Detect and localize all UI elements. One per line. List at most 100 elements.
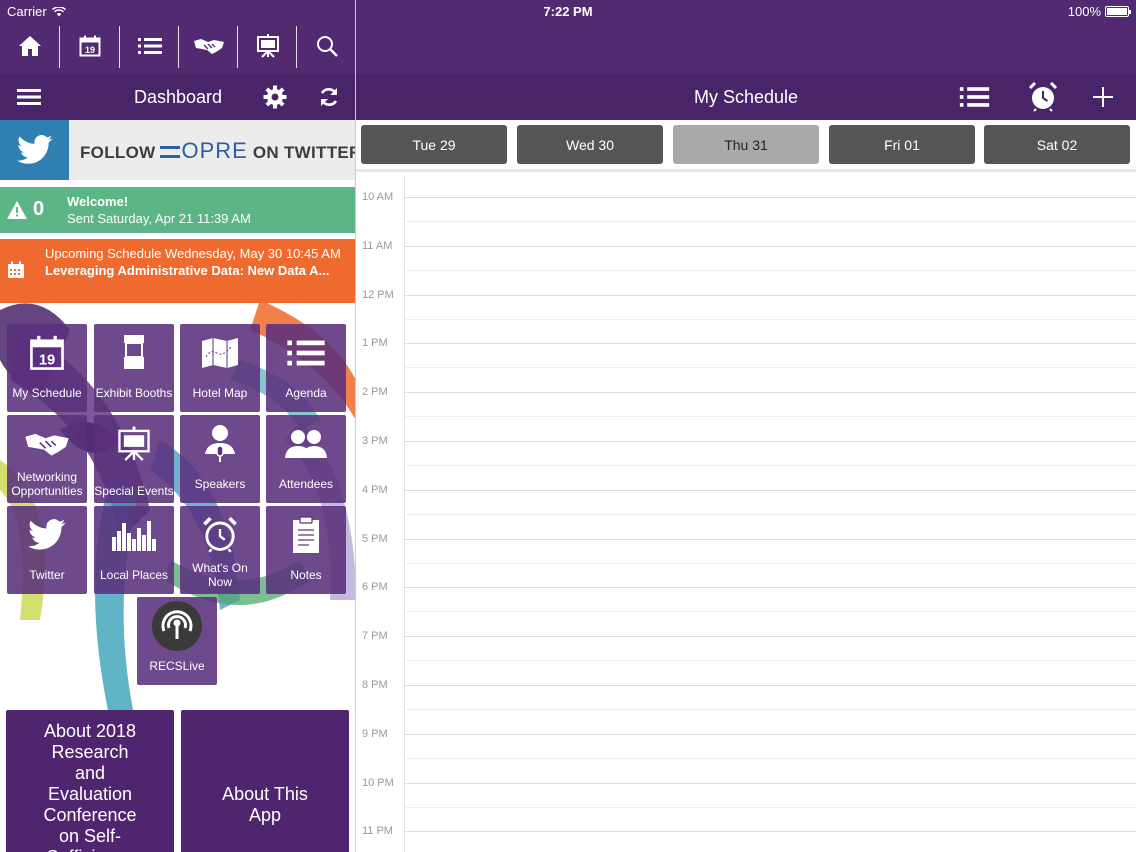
- follow-twitter-banner[interactable]: FOLLOW OPRE ON TWITTER: [0, 120, 356, 180]
- opre-logo: OPRE: [160, 138, 247, 163]
- timeline-hour-row[interactable]: 11 AM: [356, 224, 1136, 273]
- upcoming-schedule-notice[interactable]: Upcoming Schedule Wednesday, May 30 10:4…: [0, 239, 355, 303]
- timeline-hour-row[interactable]: 11 PM: [356, 809, 1136, 852]
- hour-gridline: [404, 441, 1136, 442]
- nav-events-button[interactable]: [238, 24, 297, 68]
- timeline-hour-row[interactable]: 4 PM: [356, 468, 1136, 517]
- timeline-hour-row[interactable]: 9 PM: [356, 712, 1136, 761]
- hour-gridline: [404, 343, 1136, 345]
- tab-day-wed-30[interactable]: Wed 30: [517, 125, 663, 164]
- about-conference-card[interactable]: About 2018 Research and Evaluation Confe…: [6, 710, 174, 852]
- half-hour-gridline: [404, 757, 1136, 759]
- svg-text:19: 19: [39, 352, 55, 368]
- dashboard-header: Dashboard: [0, 74, 355, 120]
- tile-attendees[interactable]: Attendees: [266, 415, 346, 503]
- speaker-icon: [205, 425, 235, 462]
- timeline-hour-row[interactable]: 1 PM: [356, 321, 1136, 370]
- banner-suffix: ON TWITTER: [252, 143, 356, 162]
- nav-calendar-button[interactable]: 19: [60, 24, 119, 68]
- settings-button[interactable]: [262, 84, 288, 110]
- hour-label: 9 PM: [362, 727, 388, 740]
- hour-gridline: [404, 294, 1136, 296]
- add-event-button[interactable]: [1092, 82, 1114, 112]
- presentation-board-icon: [256, 34, 279, 58]
- hour-gridline: [404, 782, 1136, 784]
- hour-label: 12 PM: [362, 288, 394, 301]
- tile-recslive[interactable]: RECSLive: [137, 597, 217, 685]
- tile-label: Special Events: [94, 484, 174, 498]
- hour-gridline: [404, 197, 1136, 198]
- tile-whats-on-now[interactable]: What's On Now: [180, 506, 260, 594]
- tile-local-places[interactable]: Local Places: [94, 506, 174, 594]
- tile-exhibit-booths[interactable]: Exhibit Booths: [94, 324, 174, 412]
- hour-label: 11 AM: [362, 239, 393, 252]
- tile-label: Speakers: [194, 477, 246, 491]
- nav-home-button[interactable]: [0, 24, 59, 68]
- alert-counter: 0: [7, 198, 44, 221]
- timeline-hour-row[interactable]: 12 PM: [356, 273, 1136, 322]
- hour-gridline: [404, 245, 1136, 247]
- status-bar: Carrier 7:22 PM 100%: [0, 0, 1136, 22]
- upcoming-date: Upcoming Schedule Wednesday, May 30 10:4…: [45, 246, 341, 261]
- hour-label: 8 PM: [362, 679, 388, 691]
- tile-my-schedule[interactable]: 19 My Schedule: [7, 324, 87, 412]
- half-hour-gridline: [404, 416, 1136, 418]
- timeline-hour-row[interactable]: 5 PM: [356, 517, 1136, 566]
- svg-text:19: 19: [84, 45, 94, 55]
- hour-label: 11 PM: [362, 825, 393, 838]
- refresh-icon: [320, 88, 338, 106]
- banner-prefix: FOLLOW: [80, 143, 156, 162]
- tab-day-thu-31[interactable]: Thu 31: [673, 125, 819, 164]
- timeline-hour-row[interactable]: 2 PM: [356, 370, 1136, 419]
- half-hour-gridline: [404, 318, 1136, 320]
- hour-gridline: [404, 685, 1136, 686]
- list-view-button[interactable]: [958, 82, 990, 112]
- timeline-hour-row[interactable]: 8 PM: [356, 663, 1136, 712]
- timeline-hour-row[interactable]: 10 AM: [356, 175, 1136, 224]
- half-hour-gridline: [404, 709, 1136, 710]
- schedule-title: My Schedule: [693, 87, 799, 107]
- refresh-button[interactable]: [316, 84, 342, 110]
- hour-label: 4 PM: [362, 483, 388, 496]
- half-hour-gridline: [404, 562, 1136, 564]
- tile-special-events[interactable]: Special Events: [94, 415, 174, 503]
- home-icon: [18, 36, 41, 56]
- calendar-icon: 19: [30, 335, 64, 370]
- tile-hotel-map[interactable]: Hotel Map: [180, 324, 260, 412]
- twitter-banner-text: FOLLOW OPRE ON TWITTER: [80, 138, 356, 164]
- plus-icon: [1093, 87, 1113, 107]
- nav-list-button[interactable]: [120, 24, 179, 68]
- schedule-header: My Schedule: [356, 74, 1136, 120]
- nav-search-button[interactable]: [297, 24, 355, 68]
- map-icon: [202, 338, 238, 368]
- battery-label: 100%: [1067, 4, 1101, 19]
- tile-notes[interactable]: Notes: [266, 506, 346, 594]
- tab-day-sat-02[interactable]: Sat 02: [984, 125, 1130, 164]
- tile-label: Notes: [290, 568, 322, 582]
- tile-agenda[interactable]: Agenda: [266, 324, 346, 412]
- hour-gridline: [404, 587, 1136, 589]
- list-icon: [137, 38, 162, 54]
- search-icon: [316, 36, 338, 57]
- timeline-hour-row[interactable]: 3 PM: [356, 419, 1136, 468]
- list-icon: [959, 87, 989, 107]
- tile-speakers[interactable]: Speakers: [180, 415, 260, 503]
- welcome-notification[interactable]: 0 Welcome! Sent Saturday, Apr 21 11:39 A…: [0, 187, 355, 233]
- day-timeline[interactable]: 10 AM 11 AM 12 PM 1 PM 2 PM 3 PM 4 PM 5 PM 6 PM 7…: [356, 175, 1136, 852]
- whats-on-now-button[interactable]: [1027, 82, 1059, 112]
- tab-day-tue-29[interactable]: Tue 29: [361, 125, 507, 164]
- timeline-hour-row[interactable]: 10 PM: [356, 761, 1136, 810]
- about-conference-label: About 2018 Research and Evaluation Confe…: [43, 721, 137, 852]
- hour-label: 3 PM: [362, 435, 388, 447]
- about-app-card[interactable]: About This App: [181, 710, 349, 852]
- timeline-hour-row[interactable]: 6 PM: [356, 565, 1136, 614]
- nav-networking-button[interactable]: [179, 24, 238, 68]
- tile-twitter[interactable]: Twitter: [7, 506, 87, 594]
- tile-networking[interactable]: Networking Opportunities: [7, 415, 87, 503]
- welcome-title: Welcome!: [67, 194, 129, 209]
- timeline-hour-row[interactable]: 7 PM: [356, 614, 1136, 663]
- hour-label: 5 PM: [362, 532, 388, 545]
- tab-day-fri-01[interactable]: Fri 01: [829, 125, 975, 164]
- hour-gridline: [404, 538, 1136, 540]
- half-hour-gridline: [404, 513, 1136, 515]
